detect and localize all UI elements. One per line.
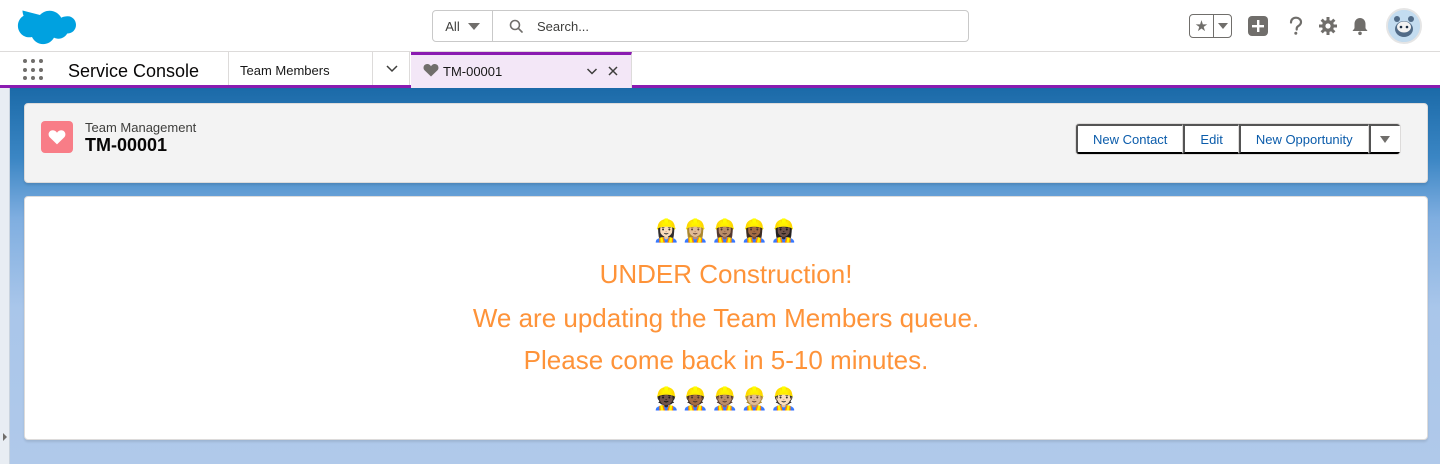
- record-type-heart-icon: [41, 121, 73, 153]
- app-launcher-icon[interactable]: [23, 59, 45, 81]
- heart-icon: [423, 64, 439, 77]
- close-icon[interactable]: [606, 64, 620, 78]
- app-name: Service Console: [68, 61, 200, 81]
- global-header: All ★: [0, 0, 1440, 52]
- tab-tm-00001[interactable]: TM-00001: [411, 52, 632, 88]
- global-search: All: [432, 10, 969, 42]
- record-highlights-panel: Team Management TM-00001 New Contact Edi…: [24, 103, 1428, 183]
- nav-item-label: Team Members: [240, 63, 330, 78]
- chevron-down-icon: [1380, 135, 1391, 143]
- construction-message-line: We are updating the Team Members queue.: [472, 303, 980, 333]
- chevron-down-icon[interactable]: [384, 60, 400, 76]
- help-icon[interactable]: [1284, 14, 1308, 38]
- chevron-down-icon: [467, 22, 480, 30]
- nav-item-team-members[interactable]: Team Members: [228, 52, 410, 85]
- search-scope-label: All: [445, 18, 460, 34]
- setup-gear-icon[interactable]: [1316, 14, 1340, 38]
- edit-button[interactable]: Edit: [1183, 124, 1239, 154]
- new-contact-button[interactable]: New Contact: [1076, 124, 1184, 154]
- utility-panel-toggle[interactable]: [0, 88, 10, 464]
- construction-heading: UNDER Construction!: [599, 259, 853, 289]
- record-object-type: Team Management: [85, 120, 197, 135]
- search-icon: [509, 19, 523, 33]
- favorites-list-button[interactable]: [1214, 15, 1231, 37]
- console-navigation-bar: Service Console Team Members TM-00001: [0, 52, 1440, 88]
- construction-message-line: Please come back in 5-10 minutes.: [523, 345, 929, 375]
- chevron-down-icon: [1217, 23, 1228, 29]
- search-input[interactable]: [537, 18, 937, 34]
- chevron-right-icon: [3, 433, 7, 441]
- chevron-down-icon[interactable]: [585, 64, 599, 78]
- user-avatar[interactable]: [1386, 8, 1422, 44]
- record-title: TM-00001: [85, 135, 168, 155]
- tab-label: TM-00001: [443, 64, 503, 79]
- new-opportunity-button[interactable]: New Opportunity: [1238, 124, 1369, 154]
- favorites-star-icon[interactable]: ★: [1190, 15, 1214, 37]
- notifications-bell-icon[interactable]: [1348, 14, 1372, 38]
- search-scope-dropdown[interactable]: All: [433, 11, 493, 41]
- nav-item-divider: [372, 52, 373, 85]
- construction-message-card: 👷🏻‍♀️👷🏼‍♀️👷🏽‍♀️👷🏾‍♀️👷🏿‍♀️ UNDER Construc…: [24, 196, 1428, 440]
- add-icon[interactable]: [1246, 14, 1270, 38]
- record-actions: New Contact Edit New Opportunity: [1075, 123, 1401, 155]
- search-field-wrap: [493, 11, 968, 41]
- more-actions-button[interactable]: [1368, 124, 1400, 154]
- construction-worker-emojis-top: 👷🏻‍♀️👷🏼‍♀️👷🏽‍♀️👷🏾‍♀️👷🏿‍♀️: [652, 218, 800, 243]
- construction-worker-emojis-bottom: 👷🏿👷🏾👷🏽👷🏼👷🏻: [652, 386, 800, 411]
- favorites-button-group: ★: [1189, 14, 1232, 38]
- salesforce-cloud-logo[interactable]: [14, 5, 76, 49]
